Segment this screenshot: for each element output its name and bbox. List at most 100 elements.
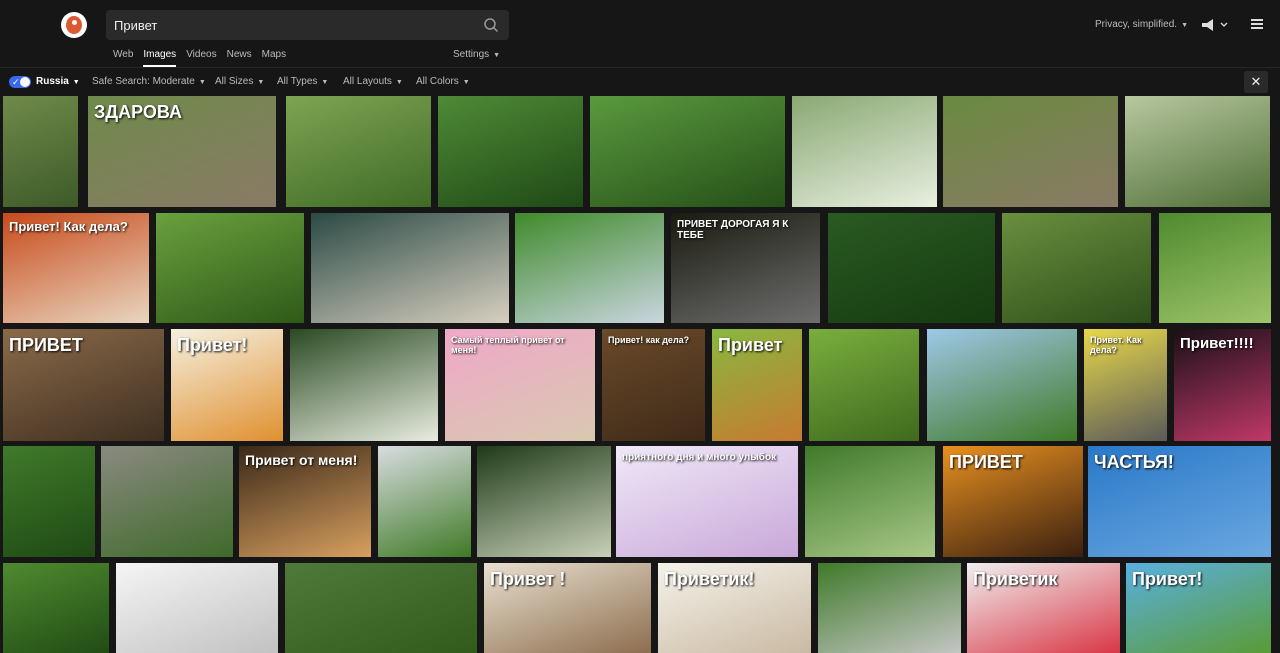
chevron-down-icon: ▼ (395, 79, 403, 86)
color-filter[interactable]: All Colors ▼ (416, 76, 470, 87)
safe-search-filter[interactable]: Safe Search: Moderate ▼ (92, 76, 206, 87)
image-caption: Привет ! (490, 569, 566, 589)
image-result[interactable] (1002, 213, 1151, 323)
image-caption: Привет от меня! (245, 452, 358, 468)
image-caption: Привет (718, 335, 783, 355)
image-result[interactable]: ПРИВЕТ ДОРОГАЯ Я К ТЕБЕ (671, 213, 820, 323)
type-filter[interactable]: All Types ▼ (277, 76, 328, 87)
image-caption: ПРИВЕТ ДОРОГАЯ Я К ТЕБЕ (677, 219, 789, 241)
tab-web[interactable]: Web (113, 49, 133, 67)
search-tabs: Web Images Videos News Maps (113, 49, 296, 67)
region-label: Russia (36, 76, 69, 87)
image-result[interactable]: Приветик (967, 563, 1120, 653)
image-result[interactable] (378, 446, 471, 557)
tab-videos[interactable]: Videos (186, 49, 216, 67)
image-result[interactable]: ПРИВЕТ (3, 329, 164, 441)
image-result[interactable]: Приветик! (658, 563, 811, 653)
chevron-down-icon: ▼ (257, 79, 265, 86)
image-grid: ЗДАРОВА Привет! Как дела? ПРИВЕТ ДОРОГАЯ Я… (0, 94, 1280, 653)
filter-bar: ✓ Russia ▼ Safe Search: Moderate ▼ All Siz… (0, 70, 1280, 94)
image-caption: Привет! (1132, 569, 1203, 589)
image-result[interactable] (809, 329, 919, 441)
image-result[interactable] (116, 563, 278, 653)
tab-news[interactable]: News (227, 49, 252, 67)
image-result[interactable] (818, 563, 961, 653)
image-result[interactable] (311, 213, 509, 323)
close-button[interactable]: ✕ (1244, 71, 1268, 93)
image-caption: Привет!!!! (1180, 335, 1254, 352)
layout-label: All Layouts (343, 76, 392, 87)
header: Web Images Videos News Maps Settings▼ Pr… (0, 0, 1280, 68)
image-result[interactable] (101, 446, 233, 557)
image-caption: ЗДАРОВА (94, 102, 182, 122)
image-caption: Привет. Как дела? (1090, 335, 1142, 355)
image-result[interactable]: Привет. Как дела? (1084, 329, 1167, 441)
search-box[interactable] (106, 10, 509, 40)
image-result[interactable] (3, 96, 78, 207)
check-icon: ✓ (12, 77, 20, 87)
image-result[interactable] (156, 213, 304, 323)
chevron-down-icon: ▼ (72, 79, 80, 86)
image-caption: Приветик! (664, 569, 755, 589)
image-result[interactable] (3, 563, 109, 653)
image-result[interactable] (515, 213, 664, 323)
chevron-down-icon: ▼ (462, 79, 470, 86)
image-result[interactable] (477, 446, 611, 557)
image-result[interactable] (1125, 96, 1270, 207)
image-result[interactable] (3, 446, 95, 557)
image-result[interactable]: ЗДАРОВА (88, 96, 276, 207)
image-result[interactable] (290, 329, 438, 441)
region-filter[interactable]: Russia ▼ (36, 76, 80, 87)
size-filter[interactable]: All Sizes ▼ (215, 76, 264, 87)
chevron-down-icon: ▼ (1181, 22, 1188, 29)
duckduckgo-logo[interactable] (61, 12, 87, 38)
image-result[interactable] (943, 96, 1118, 207)
menu-icon[interactable] (1251, 19, 1263, 30)
image-result[interactable]: Привет! (171, 329, 283, 441)
image-result[interactable] (927, 329, 1077, 441)
image-caption: Привет! (177, 335, 248, 355)
image-result[interactable]: Привет! Как дела? (3, 213, 149, 323)
image-caption: ПРИВЕТ (9, 335, 83, 355)
image-caption: Самый теплый привет от меня! (451, 335, 565, 355)
chevron-down-icon: ▼ (198, 79, 206, 86)
image-caption: ЧАСТЬЯ! (1094, 452, 1174, 472)
privacy-dropdown[interactable]: Privacy, simplified. ▼ (1095, 19, 1188, 30)
image-caption: приятного дня и много улыбок (622, 452, 777, 463)
image-result[interactable]: Привет (712, 329, 802, 441)
image-result[interactable] (438, 96, 583, 207)
safe-search-label: Safe Search: Moderate (92, 76, 195, 87)
image-result[interactable]: Привет!!!! (1174, 329, 1271, 441)
image-result[interactable] (590, 96, 785, 207)
image-result[interactable]: ЧАСТЬЯ! (1088, 446, 1271, 557)
region-toggle[interactable]: ✓ (9, 76, 31, 88)
image-result[interactable]: Привет! (1126, 563, 1271, 653)
type-label: All Types (277, 76, 318, 87)
megaphone-icon[interactable] (1201, 18, 1231, 32)
image-result[interactable]: приятного дня и много улыбок (616, 446, 798, 557)
image-caption: Приветик (973, 569, 1058, 589)
image-result[interactable]: Привет! как дела? (602, 329, 705, 441)
image-result[interactable] (805, 446, 935, 557)
tab-images[interactable]: Images (143, 49, 177, 67)
image-caption: ПРИВЕТ (949, 452, 1023, 472)
image-result[interactable] (828, 213, 995, 323)
image-result[interactable]: Самый теплый привет от меня! (445, 329, 595, 441)
chevron-down-icon: ▼ (321, 79, 329, 86)
size-label: All Sizes (215, 76, 254, 87)
image-result[interactable]: ПРИВЕТ (943, 446, 1083, 557)
image-result[interactable] (285, 563, 477, 653)
chevron-down-icon: ▼ (493, 52, 501, 59)
search-input[interactable] (114, 10, 474, 40)
image-result[interactable] (286, 96, 431, 207)
tab-maps[interactable]: Maps (262, 49, 286, 67)
search-icon[interactable] (483, 17, 499, 33)
layout-filter[interactable]: All Layouts ▼ (343, 76, 403, 87)
image-caption: Привет! Как дела? (9, 219, 128, 234)
settings-dropdown[interactable]: Settings ▼ (453, 49, 500, 60)
image-result[interactable]: Привет от меня! (239, 446, 371, 557)
settings-label: Settings (453, 49, 490, 60)
image-result[interactable] (792, 96, 937, 207)
image-result[interactable]: Привет ! (484, 563, 651, 653)
image-result[interactable] (1159, 213, 1271, 323)
